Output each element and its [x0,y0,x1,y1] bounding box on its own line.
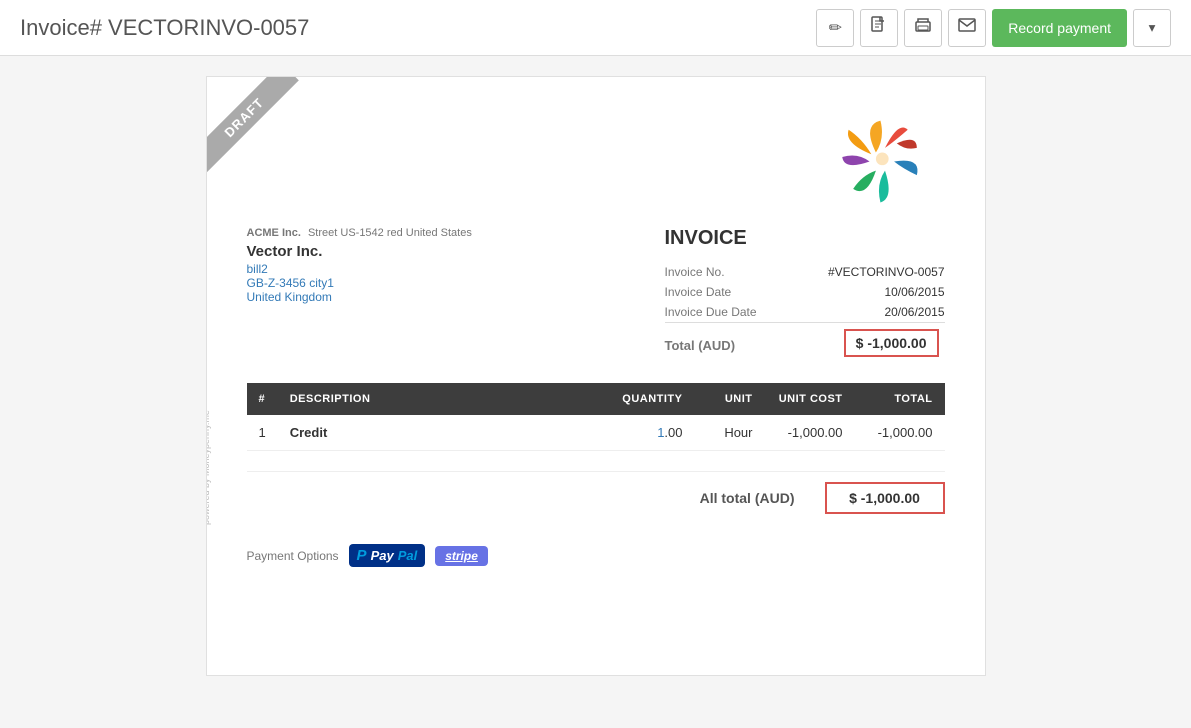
invoice-date-row: Invoice Date 10/06/2015 [665,282,945,302]
invoice-due-value: 20/06/2015 [788,302,944,323]
invoice-details-section: INVOICE Invoice No. #VECTORINVO-0057 Inv… [665,227,945,363]
invoice-total-row: Total (AUD) $ -1,000.00 [665,323,945,364]
powered-by-label: powered by Moneypenny.me [206,410,211,525]
paypal-badge[interactable]: P Pay Pal [349,544,426,567]
dropdown-button[interactable]: ▾ [1133,9,1171,47]
bill-to-line1: bill2 [247,262,472,276]
header-actions: ✏ [816,9,1171,47]
row-num: 1 [247,415,278,451]
table-row: 1 Credit 1.00 Hour -1,000.00 -1,000.00 [247,415,945,451]
invoice-no-label: Invoice No. [665,262,789,282]
page-title: Invoice# VECTORINVO-0057 [20,15,309,41]
email-icon [958,18,976,37]
page-header: Invoice# VECTORINVO-0057 ✏ [0,0,1191,56]
invoice-no-row: Invoice No. #VECTORINVO-0057 [665,262,945,282]
payment-options: Payment Options P Pay Pal stripe [247,544,945,567]
row-description: Credit [278,415,605,451]
invoice-date-label: Invoice Date [665,282,789,302]
bill-to-country: United Kingdom [247,290,472,304]
all-total-amount-box: $ -1,000.00 [825,482,945,514]
chevron-down-icon: ▾ [1149,20,1156,36]
company-logo [825,107,945,207]
total-divider [247,471,945,472]
invoice-detail-table: Invoice No. #VECTORINVO-0057 Invoice Dat… [665,262,945,363]
paypal-text-pal: Pal [398,548,418,563]
row-quantity: 1.00 [605,415,695,451]
edit-icon: ✏ [829,18,842,38]
paypal-p-icon: P [357,547,367,564]
print-icon [914,17,932,38]
col-num: # [247,383,278,415]
draft-ribbon: DRAFT [207,77,327,197]
items-table: # DESCRIPTION QUANTITY UNIT UNIT COST TO… [247,383,945,451]
paypal-text: Pay [371,548,394,563]
draft-label: DRAFT [207,77,299,172]
invoice-date-value: 10/06/2015 [788,282,944,302]
pdf-icon [871,16,887,39]
all-total-label: All total (AUD) [700,490,795,506]
bill-to-company: Vector Inc. [247,243,472,260]
bill-to-line2: GB-Z-3456 city1 [247,276,472,290]
col-description: DESCRIPTION [278,383,605,415]
row-total: -1,000.00 [855,415,945,451]
edit-button[interactable]: ✏ [816,9,854,47]
stripe-badge[interactable]: stripe [435,546,488,566]
bill-to-section: ACME Inc. Street US-1542 red United Stat… [247,227,472,363]
invoice-total-value: $ -1,000.00 [788,323,944,364]
items-table-header: # DESCRIPTION QUANTITY UNIT UNIT COST TO… [247,383,945,415]
all-total-row: All total (AUD) $ -1,000.00 [247,482,945,514]
invoice-due-label: Invoice Due Date [665,302,789,323]
col-quantity: QUANTITY [605,383,695,415]
invoice-heading: INVOICE [665,227,945,250]
main-content: DRAFT powered by Moneypenny.me [0,56,1191,696]
print-button[interactable] [904,9,942,47]
col-unit-cost: UNIT COST [765,383,855,415]
total-amount-box: $ -1,000.00 [844,329,939,357]
invoice-total-label: Total (AUD) [665,323,789,364]
row-unit: Hour [695,415,765,451]
col-unit: UNIT [695,383,765,415]
col-total: TOTAL [855,383,945,415]
invoice-no-value: #VECTORINVO-0057 [788,262,944,282]
row-unit-cost: -1,000.00 [765,415,855,451]
payment-options-label: Payment Options [247,549,339,563]
invoice-container: DRAFT powered by Moneypenny.me [206,76,986,676]
record-payment-button[interactable]: Record payment [992,9,1127,47]
pdf-button[interactable] [860,9,898,47]
from-company-label: ACME Inc. Street US-1542 red United Stat… [247,227,472,239]
invoice-logo [247,107,945,207]
invoice-due-row: Invoice Due Date 20/06/2015 [665,302,945,323]
email-button[interactable] [948,9,986,47]
invoice-info-row: ACME Inc. Street US-1542 red United Stat… [247,227,945,363]
